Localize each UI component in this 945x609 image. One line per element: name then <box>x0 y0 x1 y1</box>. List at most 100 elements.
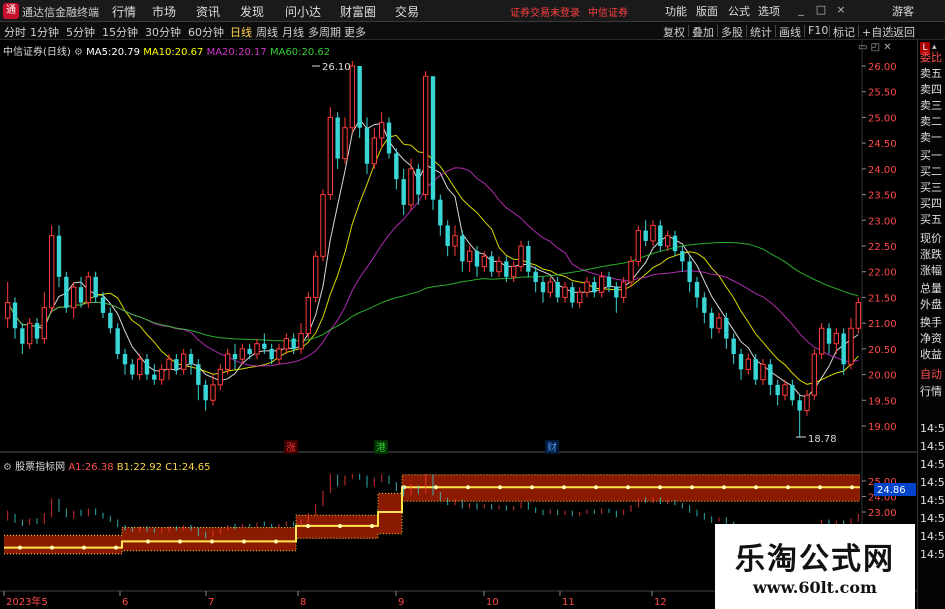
b1-dot <box>754 485 758 490</box>
b1-dot <box>178 539 182 544</box>
b1-label: B1: <box>116 462 134 473</box>
b1-dot <box>146 539 150 544</box>
menu-quotes[interactable]: 行情 <box>112 3 136 20</box>
date-tick-label: 11 <box>562 597 575 608</box>
tab-weekly[interactable]: 周线 <box>256 24 278 40</box>
menu-wealth-circle[interactable]: 财富圈 <box>340 3 376 20</box>
menu-layout[interactable]: 版面 <box>696 3 718 19</box>
candle-body <box>635 230 642 262</box>
candle-body <box>4 302 11 319</box>
c1-label: C1: <box>165 462 182 473</box>
back-button[interactable]: 返回 <box>893 24 915 40</box>
tab-intraday[interactable]: 分时 <box>4 24 26 40</box>
overlay-button[interactable]: 叠加 <box>692 24 714 40</box>
login-warning[interactable]: 证券交易未登录 <box>510 4 580 19</box>
candle-body <box>48 235 55 309</box>
tab-daily[interactable]: 日线 <box>230 24 252 40</box>
menu-options[interactable]: 选项 <box>758 3 780 19</box>
candle-body <box>658 225 663 246</box>
multi-stock-button[interactable]: 多股 <box>721 24 743 40</box>
price-tick-label: 19.50 <box>868 396 897 407</box>
settings-icon[interactable]: ⚙ <box>74 47 83 58</box>
candle-body <box>430 76 436 200</box>
close-panel-icon[interactable]: ✕ <box>883 42 891 53</box>
menu-news[interactable]: 资讯 <box>196 3 220 20</box>
candle-body <box>239 348 246 360</box>
b1-dot <box>498 485 502 490</box>
ma60-value: 20.62 <box>301 47 331 58</box>
tab-30min[interactable]: 30分钟 <box>145 24 181 40</box>
menu-ask-xiaoda[interactable]: 问小达 <box>285 3 321 20</box>
indicator-name[interactable]: 股票指标网 <box>15 462 65 473</box>
candle-body <box>180 353 187 370</box>
candle-body <box>518 245 524 268</box>
candle-body <box>174 359 179 370</box>
menu-function[interactable]: 功能 <box>665 3 687 19</box>
menu-discover[interactable]: 发现 <box>240 3 264 20</box>
time-row: 14:56 <box>920 494 945 507</box>
ma5-label: MA5: <box>86 47 112 58</box>
candle-body <box>466 250 473 262</box>
candle-body <box>687 261 692 282</box>
tab-multi-period[interactable]: 多周期 <box>308 24 341 40</box>
label-ask5: 卖五 <box>920 67 942 80</box>
menu-formula[interactable]: 公式 <box>728 3 750 19</box>
indicator-legend: ⚙ 股票指标网 A1:26.38 B1:22.92 C1:24.65 <box>3 458 211 473</box>
candle-body <box>826 328 832 344</box>
guest-label[interactable]: 游客 <box>892 3 914 19</box>
adjust-button[interactable]: 复权 <box>663 24 685 40</box>
event-marker-hk[interactable]: 港 <box>374 440 388 454</box>
ma10-value: 20.67 <box>174 47 204 58</box>
tab-monthly[interactable]: 月线 <box>282 24 304 40</box>
label-quote[interactable]: 行情 <box>920 383 945 399</box>
candle-body <box>335 117 340 159</box>
event-marker-text: 港 <box>376 442 386 454</box>
divider <box>717 25 718 37</box>
candle-body <box>782 384 788 396</box>
price-tick-label: 19.00 <box>868 422 897 433</box>
label-auto[interactable]: 自动 <box>920 366 945 382</box>
draw-line-button[interactable]: 画线 <box>779 24 801 40</box>
close-icon[interactable]: × <box>835 3 847 17</box>
candle-body <box>78 287 84 303</box>
f10-button[interactable]: F10 <box>808 24 828 37</box>
candle-body <box>283 338 290 350</box>
candle-body <box>298 332 304 350</box>
date-tick-label: 12 <box>654 597 667 608</box>
date-tick-label: 2023年5 <box>6 595 48 608</box>
tab-5min[interactable]: 5分钟 <box>66 24 95 40</box>
event-marker-rise[interactable]: 涨 <box>284 440 298 454</box>
price-tick-label: 23.50 <box>868 191 897 202</box>
minus-icon[interactable]: ▭ <box>858 42 867 53</box>
tab-60min[interactable]: 60分钟 <box>188 24 224 40</box>
candle-body <box>702 297 707 313</box>
divider <box>829 25 830 37</box>
date-tick-label: 7 <box>208 597 214 608</box>
broker-label[interactable]: 中信证券 <box>588 4 628 19</box>
candle-body <box>547 281 554 293</box>
minimize-icon[interactable]: _ <box>795 3 807 17</box>
candle-body <box>371 137 378 165</box>
mark-button[interactable]: 标记 <box>833 24 855 40</box>
tab-15min[interactable]: 15分钟 <box>102 24 138 40</box>
stats-button[interactable]: 统计 <box>750 24 772 40</box>
maximize-icon[interactable]: □ <box>815 3 827 17</box>
tab-1min[interactable]: 1分钟 <box>30 24 59 40</box>
candle-body <box>100 297 106 313</box>
candle-body <box>305 296 312 334</box>
candle-body <box>247 348 252 354</box>
candle-body <box>562 286 568 298</box>
tab-more[interactable]: 更多 <box>344 24 366 40</box>
menu-trade[interactable]: 交易 <box>395 3 419 20</box>
candle-body <box>496 260 502 273</box>
b1-dot <box>434 485 438 490</box>
event-marker-finance[interactable]: 财 <box>545 440 559 454</box>
price-tick-label: 24.50 <box>868 139 897 150</box>
indicator-settings-icon[interactable]: ⚙ <box>3 462 12 473</box>
menu-market[interactable]: 市场 <box>152 3 176 20</box>
event-marker-text: 涨 <box>286 442 296 454</box>
expand-icon[interactable]: ◰ <box>871 42 880 53</box>
label-change-pct: 涨幅 <box>920 264 942 277</box>
add-watchlist-button[interactable]: +自选 <box>862 24 893 40</box>
candle-body <box>166 358 172 370</box>
